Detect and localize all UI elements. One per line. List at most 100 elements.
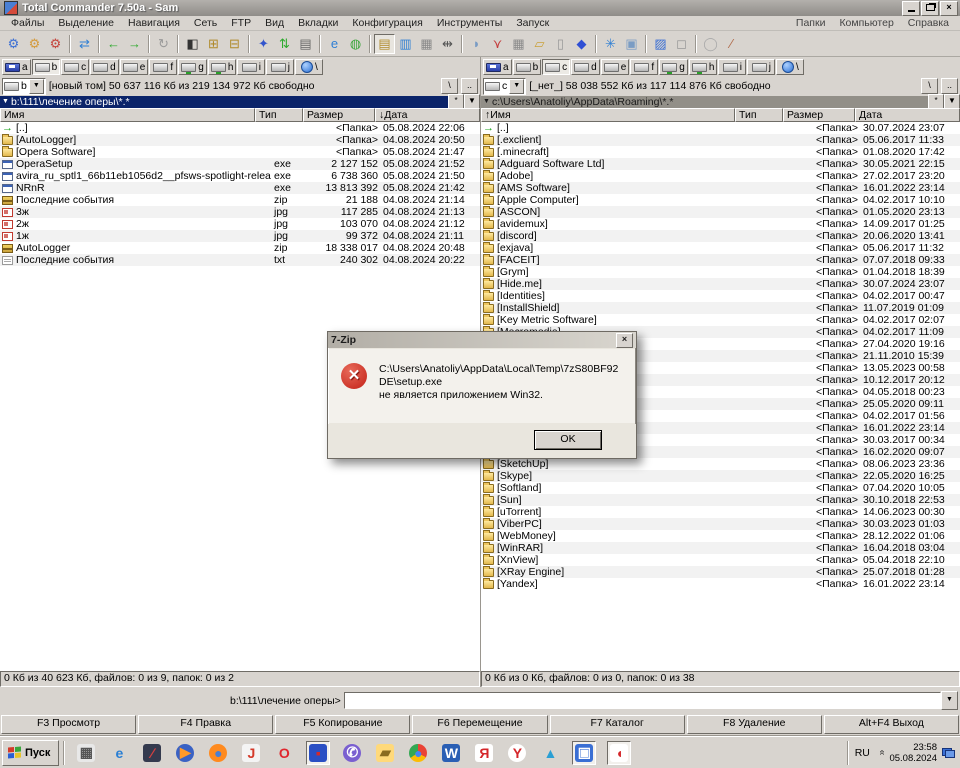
- options-gear-orange-icon[interactable]: ⚙: [24, 34, 45, 54]
- right-current-path[interactable]: ▼c:\Users\Anatoliy\AppData\Roaming\*.*: [481, 96, 928, 108]
- chrome-icon[interactable]: ●: [407, 742, 429, 764]
- back-icon[interactable]: ←: [103, 34, 124, 54]
- briefcase-icon[interactable]: ▣: [621, 34, 642, 54]
- file-attributes-icon[interactable]: ▤: [374, 34, 395, 54]
- drive-button-c[interactable]: c: [542, 59, 570, 75]
- right-history-button[interactable]: ▼: [944, 94, 960, 109]
- file-row[interactable]: [Skype]<Папка>22.05.2020 16:25: [481, 470, 960, 482]
- globe-gray-icon[interactable]: ◯: [700, 34, 721, 54]
- left-header-size[interactable]: Размер: [303, 108, 375, 122]
- cursor-select-icon[interactable]: ✦: [253, 34, 274, 54]
- photo-viewer-icon[interactable]: ∕: [141, 742, 163, 764]
- fkey-F6[interactable]: F6 Перемещение: [412, 715, 547, 734]
- drive-button-h[interactable]: h: [689, 59, 718, 75]
- right-header-name[interactable]: ↑Имя: [481, 108, 735, 122]
- file-row[interactable]: [InstallShield]<Папка>11.07.2019 01:09: [481, 302, 960, 314]
- sync-disabled-icon[interactable]: ↻: [153, 34, 174, 54]
- printer-icon[interactable]: ◻: [671, 34, 692, 54]
- file-row[interactable]: [uTorrent]<Папка>14.06.2023 00:30: [481, 506, 960, 518]
- contrast-icon[interactable]: ◧: [182, 34, 203, 54]
- left-favorites-button[interactable]: *: [448, 94, 464, 109]
- file-row[interactable]: [Sun]<Папка>30.10.2018 22:53: [481, 494, 960, 506]
- restore-button[interactable]: [921, 1, 939, 16]
- right-header-type[interactable]: Тип: [735, 108, 783, 122]
- fkey-F5[interactable]: F5 Копирование: [275, 715, 410, 734]
- menu-Справка[interactable]: Справка: [901, 17, 956, 29]
- left-history-button[interactable]: ▼: [464, 94, 480, 109]
- file-row[interactable]: [WebMoney]<Папка>28.12.2022 01:06: [481, 530, 960, 542]
- file-row[interactable]: avira_ru_sptl1_66b11eb1056d2__pfsws-spot…: [0, 170, 480, 182]
- folder-tabs-icon[interactable]: ▦: [416, 34, 437, 54]
- yandex-icon[interactable]: Я: [473, 742, 495, 764]
- opera-assistant-icon[interactable]: ◖: [607, 741, 631, 765]
- file-row[interactable]: 3жjpg117 28504.08.2024 21:13: [0, 206, 480, 218]
- tray-chevron-icon[interactable]: «: [876, 750, 887, 756]
- fkey-F4[interactable]: F4 Правка: [138, 715, 273, 734]
- calculator-icon[interactable]: ▦: [75, 742, 97, 764]
- file-row[interactable]: [Apple Computer]<Папка>04.02.2017 10:10: [481, 194, 960, 206]
- left-root-button[interactable]: \: [441, 78, 458, 94]
- file-row[interactable]: [Opera Software]<Папка>05.08.2024 21:47: [0, 146, 480, 158]
- word-icon[interactable]: W: [440, 742, 462, 764]
- keyboard-language-indicator[interactable]: RU: [851, 745, 874, 761]
- file-row[interactable]: AutoLoggerzip18 338 01704.08.2024 20:48: [0, 242, 480, 254]
- menu-Выделение[interactable]: Выделение: [51, 17, 121, 29]
- globe-user-icon[interactable]: ◍: [345, 34, 366, 54]
- file-owner-icon[interactable]: ▥: [395, 34, 416, 54]
- file-row[interactable]: Последние событияzip21 18804.08.2024 21:…: [0, 194, 480, 206]
- yandex-browser-icon[interactable]: Y: [506, 742, 528, 764]
- file-row[interactable]: Последние событияtxt240 30204.08.2024 20…: [0, 254, 480, 266]
- file-row[interactable]: [Adguard Software Ltd]<Папка>30.05.2021 …: [481, 158, 960, 170]
- file-row[interactable]: NRnRexe13 813 39205.08.2024 21:42: [0, 182, 480, 194]
- menu-Файлы[interactable]: Файлы: [4, 17, 51, 29]
- menu-FTP[interactable]: FTP: [224, 17, 258, 29]
- drive-button-j[interactable]: j: [266, 59, 294, 75]
- media-player-icon[interactable]: ▶: [174, 742, 196, 764]
- folder-doc-icon[interactable]: ▱: [529, 34, 550, 54]
- close-button[interactable]: ×: [940, 1, 958, 16]
- drive-button-i[interactable]: i: [718, 59, 746, 75]
- wizard-icon[interactable]: ✳: [600, 34, 621, 54]
- command-history-dropdown[interactable]: ▼: [941, 691, 958, 710]
- right-updir-button[interactable]: ..: [941, 78, 958, 94]
- image-viewer-icon[interactable]: ▨: [650, 34, 671, 54]
- file-row[interactable]: [FACEIT]<Папка>07.07.2018 09:33: [481, 254, 960, 266]
- drive-button-b[interactable]: b: [32, 59, 61, 75]
- notepad-icon[interactable]: ▤: [295, 34, 316, 54]
- antivirus-icon[interactable]: ▲: [539, 742, 561, 764]
- left-drive-combo-arrow[interactable]: ▼: [29, 79, 44, 94]
- file-row[interactable]: 2жjpg103 07004.08.2024 21:12: [0, 218, 480, 230]
- grid-view-icon[interactable]: ▦: [508, 34, 529, 54]
- drive-button-h[interactable]: h: [208, 59, 237, 75]
- right-header-date[interactable]: Дата: [855, 108, 960, 122]
- file-row[interactable]: [ASCON]<Папка>01.05.2020 23:13: [481, 206, 960, 218]
- options-gear-red-icon[interactable]: ⚙: [45, 34, 66, 54]
- file-row[interactable]: 1жjpg99 37204.08.2024 21:11: [0, 230, 480, 242]
- fkey-F3[interactable]: F3 Просмотр: [1, 715, 136, 734]
- document-icon[interactable]: ▯: [550, 34, 571, 54]
- internet-explorer-icon[interactable]: e: [108, 742, 130, 764]
- menu-Навигация[interactable]: Навигация: [121, 17, 187, 29]
- ok-button[interactable]: OK: [534, 430, 602, 450]
- drive-button-g[interactable]: g: [659, 59, 688, 75]
- file-row[interactable]: [Yandex]<Папка>16.01.2022 23:14: [481, 578, 960, 590]
- drive-button-a[interactable]: a: [483, 59, 512, 75]
- file-row[interactable]: [AutoLogger]<Папка>04.08.2024 20:50: [0, 134, 480, 146]
- file-manager-icon[interactable]: ▰: [374, 742, 396, 764]
- internet-explorer-icon[interactable]: e: [324, 34, 345, 54]
- sort-branch-icon[interactable]: ⇅: [274, 34, 295, 54]
- file-row[interactable]: [XnView]<Папка>05.04.2018 22:10: [481, 554, 960, 566]
- right-root-button[interactable]: \: [921, 78, 938, 94]
- opera-icon[interactable]: O: [273, 742, 295, 764]
- brush-icon[interactable]: ∕: [721, 34, 742, 54]
- file-row[interactable]: [AMS Software]<Папка>16.01.2022 23:14: [481, 182, 960, 194]
- menu-Сеть[interactable]: Сеть: [187, 17, 224, 29]
- stamp-icon[interactable]: ◆: [571, 34, 592, 54]
- menu-Вид[interactable]: Вид: [258, 17, 291, 29]
- drive-button-web[interactable]: \: [776, 59, 804, 75]
- right-header-size[interactable]: Размер: [783, 108, 855, 122]
- fkey-F7[interactable]: F7 Каталог: [550, 715, 685, 734]
- file-row[interactable]: [avidemux]<Папка>14.09.2017 01:25: [481, 218, 960, 230]
- file-row[interactable]: [XRay Engine]<Папка>25.07.2018 01:28: [481, 566, 960, 578]
- file-row[interactable]: →[..]<Папка>30.07.2024 23:07: [481, 122, 960, 134]
